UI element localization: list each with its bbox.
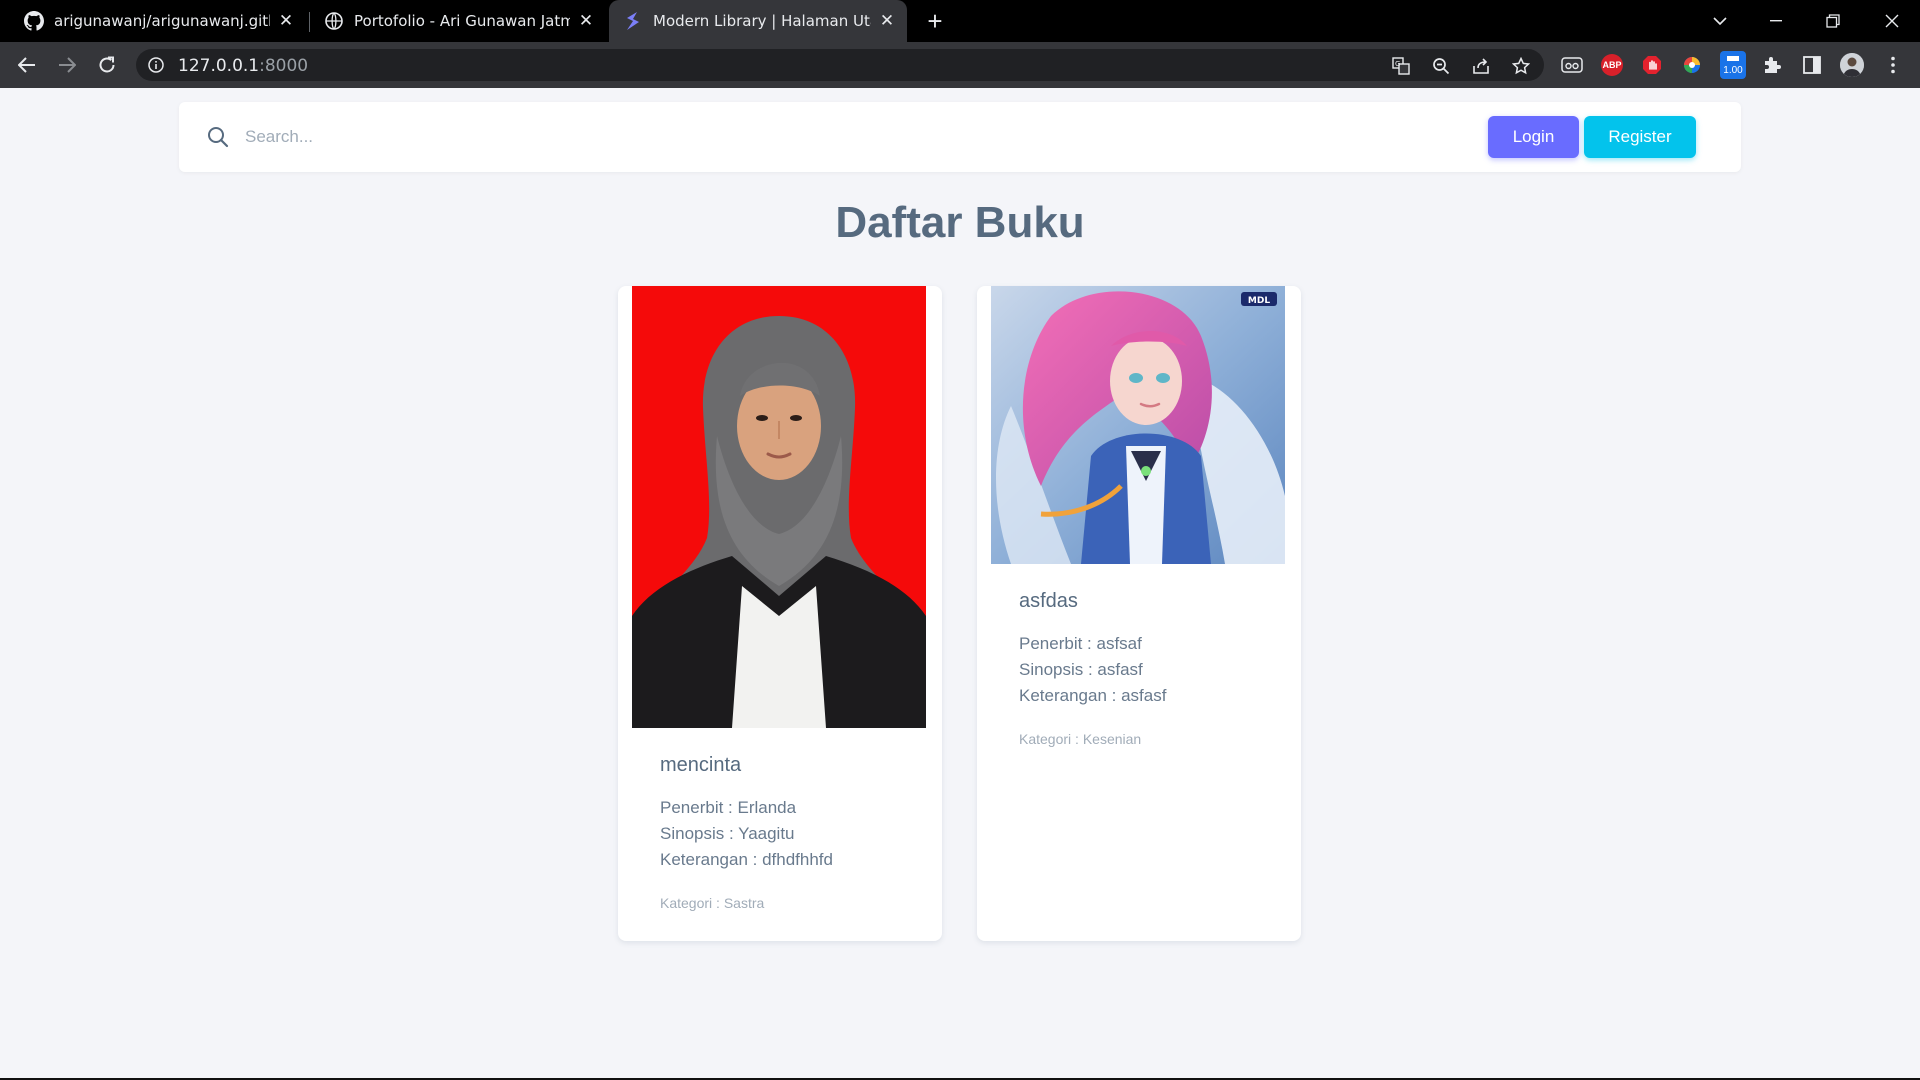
tab-title: arigunawanj/arigunawanj.github. [54,12,270,30]
profile-avatar[interactable] [1840,53,1864,77]
page-content: Login Register Daftar Buku [0,88,1920,1078]
svg-text:G: G [1395,60,1400,68]
book-category: Kategori : Sastra [660,895,765,911]
url-host: 127.0.0.1 [178,56,260,76]
book-title: asfdas [1019,590,1078,612]
browser-toolbar: 127.0.0.1:8000 G ABP 1.00 [0,42,1920,88]
login-button[interactable]: Login [1488,116,1579,158]
book-synopsis: Sinopsis : Yaagitu [660,824,795,843]
search-input[interactable] [245,120,845,154]
close-window-button[interactable] [1864,0,1920,42]
book-cover-image [632,286,926,728]
book-description: Keterangan : dfhdfhhfd [660,850,833,869]
book-card-body: asfdas Penerbit : asfsaf Sinopsis : asfa… [1019,590,1279,747]
globe-icon [324,11,344,31]
book-synopsis: Sinopsis : asfasf [1019,660,1143,679]
page-title: Daftar Buku [835,198,1085,247]
close-tab-icon[interactable]: ✕ [276,11,296,31]
bookmark-star-icon[interactable] [1511,56,1531,75]
url-text: 127.0.0.1:8000 [178,56,308,76]
extension-badge: 1.00 [1723,64,1743,76]
counter-extension-icon[interactable]: 1.00 [1720,51,1746,79]
register-button[interactable]: Register [1584,116,1696,158]
forward-icon[interactable] [52,50,82,80]
minimize-button[interactable] [1748,0,1804,42]
browser-tab-bar: arigunawanj/arigunawanj.github. ✕ Portof… [0,0,1920,42]
side-panel-icon[interactable] [1801,54,1823,76]
site-info-icon[interactable] [148,57,164,73]
book-publisher: Penerbit : Erlanda [660,798,797,817]
book-category: Kategori : Kesenian [1019,731,1142,747]
book-description: Keterangan : asfasf [1019,686,1167,705]
share-icon[interactable] [1472,57,1490,75]
close-tab-icon[interactable]: ✕ [877,11,897,31]
book-card-body: mencinta Penerbit : Erlanda Sinopsis : Y… [660,754,920,911]
back-icon[interactable] [12,50,42,80]
reload-icon[interactable] [92,50,122,80]
tab-title: Portofolio - Ari Gunawan Jatmiko [354,12,570,30]
restore-button[interactable] [1805,0,1861,42]
browser-tab-github[interactable]: arigunawanj/arigunawanj.github. ✕ [14,0,304,42]
tab-search-icon[interactable] [1692,0,1748,42]
browser-tab-active[interactable]: Modern Library | Halaman Utama ✕ [609,0,907,42]
adblock-hand-icon[interactable] [1641,54,1663,76]
tab-divider [309,12,310,32]
extensions-puzzle-icon[interactable] [1761,54,1783,76]
zoom-icon[interactable] [1432,57,1450,75]
book-card[interactable]: MDL asfdas Penerbit : asfsaf Sinopsis : … [977,286,1301,941]
app-logo-icon [623,11,643,31]
search-icon [207,126,229,148]
book-card[interactable]: mencinta Penerbit : Erlanda Sinopsis : Y… [618,286,942,941]
tab-title: Modern Library | Halaman Utama [653,12,871,30]
browser-menu-icon[interactable] [1882,54,1904,76]
translate-icon[interactable]: G [1392,57,1410,75]
new-tab-button[interactable]: + [922,8,948,34]
colorful-extension-icon[interactable] [1681,54,1703,76]
adblock-plus-icon[interactable]: ABP [1601,54,1623,76]
address-bar[interactable]: 127.0.0.1:8000 G [136,49,1544,81]
github-icon [24,11,44,31]
top-navbar: Login Register [179,102,1741,172]
book-publisher: Penerbit : asfsaf [1019,634,1142,653]
abp-label: ABP [1602,60,1622,70]
browser-tab-portfolio[interactable]: Portofolio - Ari Gunawan Jatmiko ✕ [314,0,604,42]
reader-extension-icon[interactable] [1561,54,1583,76]
url-port: :8000 [259,56,309,76]
close-tab-icon[interactable]: ✕ [576,11,596,31]
mdl-logo-text: MDL [1248,296,1270,306]
book-cover-image: MDL [991,286,1285,564]
book-title: mencinta [660,754,742,776]
